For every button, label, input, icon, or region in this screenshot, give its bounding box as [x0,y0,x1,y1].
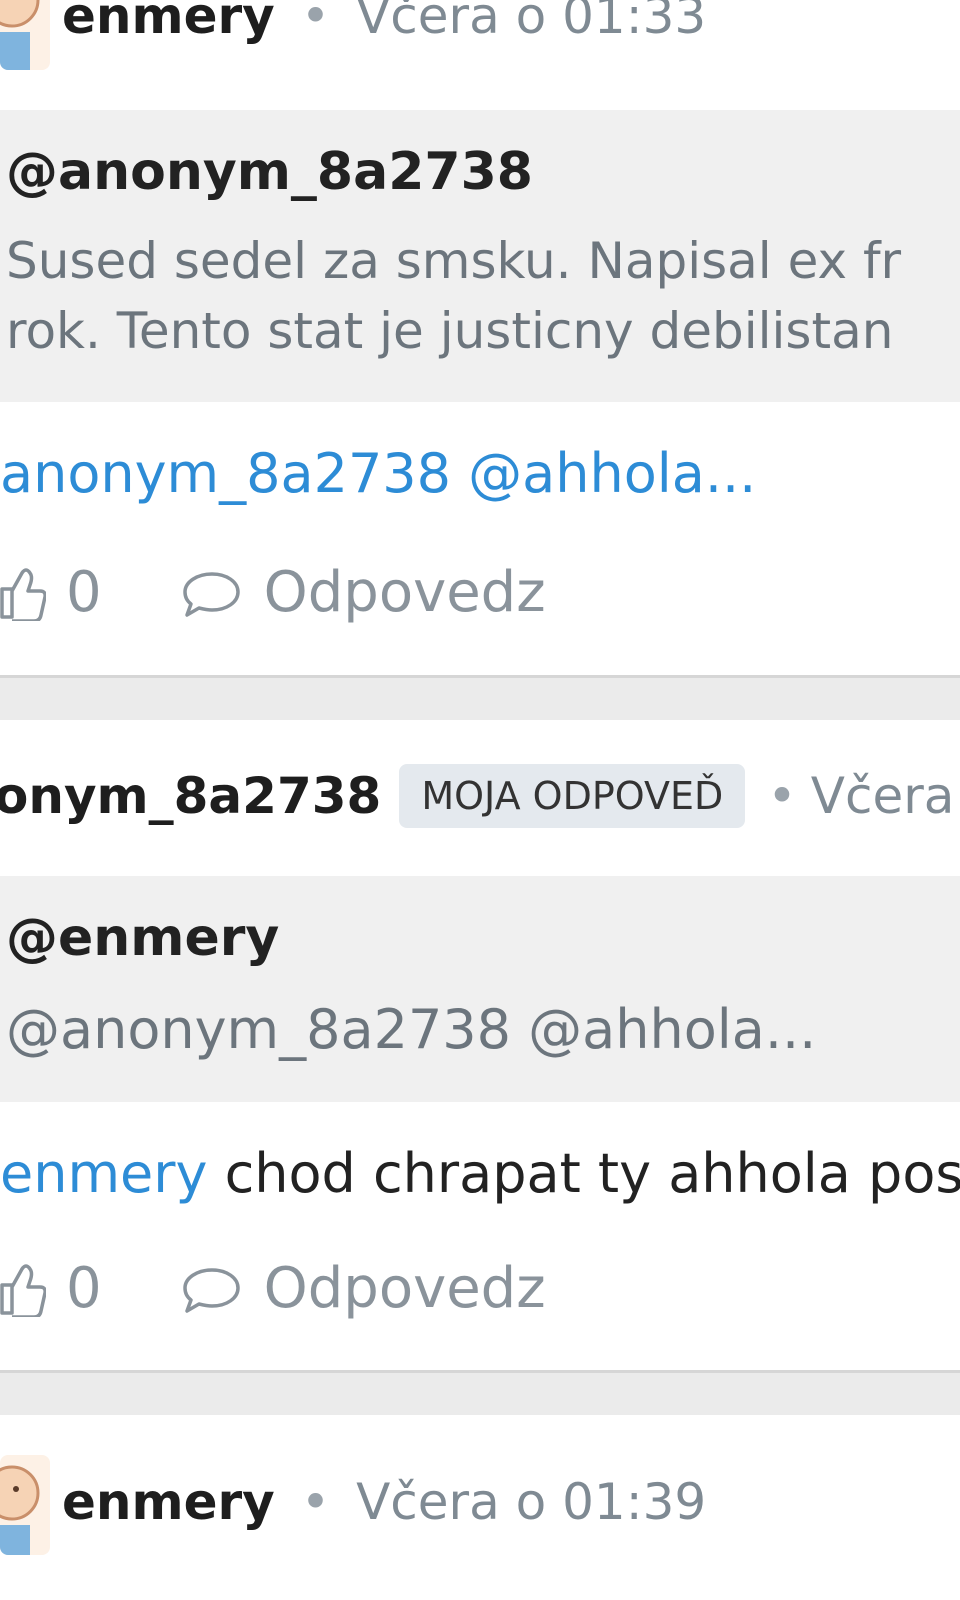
separator-dot: • [767,767,797,825]
avatar[interactable] [0,1455,50,1555]
my-reply-badge: MOJA ODPOVEĎ [399,764,746,828]
timestamp: Včera o 01:33 [356,0,707,45]
author-name[interactable]: enmery [62,1473,275,1531]
separator-dot: • [300,1473,331,1531]
user-avatar-icon [0,1465,40,1555]
user-avatar-icon [0,0,40,70]
comment-text: chod chrapat ty ahhola pos [207,1142,960,1205]
comment-body: enmery chod chrapat ty ahhola pos [0,1142,960,1205]
reply-label: Odpovedz [263,560,546,625]
like-count: 0 [66,1256,102,1321]
like-button[interactable]: 0 [0,560,102,625]
mention-link[interactable]: enmery [0,1142,207,1205]
separator-dot: • [300,0,331,45]
thumbs-up-icon [0,567,46,621]
author-name[interactable]: enmery [62,0,275,45]
like-button[interactable]: 0 [0,1256,102,1321]
reply-button[interactable]: Odpovedz [182,1256,546,1321]
speech-bubble-icon [182,1267,240,1313]
comment-author-header: onym_8a2738 MOJA ODPOVEĎ • Včera o [0,764,960,828]
comment-author-header: enmery • Včera o 01:39 [62,1470,706,1534]
comment-separator [0,675,960,720]
reply-label: Odpovedz [263,1256,546,1321]
mention-link[interactable]: anonym_8a2738 @ahhola... [0,442,756,505]
quote-text-line: Sused sedel za smsku. Napisal ex fr [6,232,902,290]
comment-actions: 0 Odpovedz [0,1256,546,1321]
comment-author-header: enmery • Včera o 01:33 [62,0,706,48]
quoted-comment: @anonym_8a2738 Sused sedel za smsku. Nap… [0,110,960,402]
like-count: 0 [66,560,102,625]
quote-text-line: rok. Tento stat je justicny debilistan [6,302,894,360]
thumbs-up-icon [0,1263,46,1317]
quote-author: @enmery [6,908,280,968]
comment-separator [0,1370,960,1415]
timestamp: Včera o 01:39 [356,1473,707,1531]
quoted-comment: @enmery @anonym_8a2738 @ahhola... [0,876,960,1102]
avatar[interactable] [0,0,50,70]
reply-button[interactable]: Odpovedz [182,560,546,625]
timestamp: Včera o [810,767,960,825]
speech-bubble-icon [182,571,240,617]
author-name[interactable]: onym_8a2738 [0,767,381,825]
quote-author: @anonym_8a2738 [6,142,533,202]
comment-actions: 0 Odpovedz [0,560,546,625]
quote-text: @anonym_8a2738 @ahhola... [6,998,817,1061]
